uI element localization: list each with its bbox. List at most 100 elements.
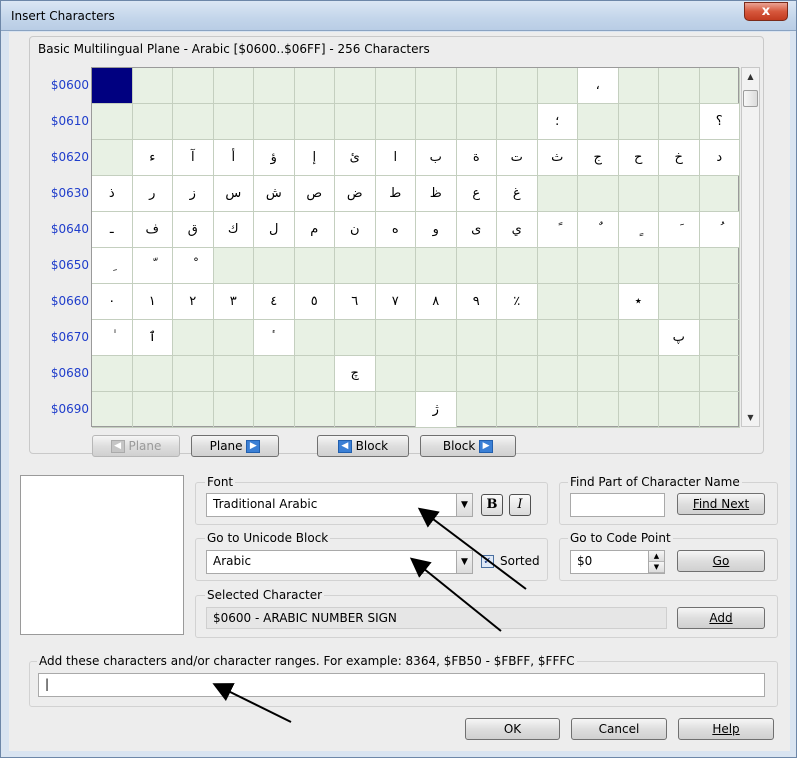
character-cell[interactable]: [335, 392, 376, 428]
character-cell[interactable]: ذ: [92, 176, 133, 212]
character-cell[interactable]: ج: [578, 140, 619, 176]
find-input[interactable]: [570, 493, 665, 517]
character-cell[interactable]: [497, 68, 538, 104]
character-cell[interactable]: [578, 176, 619, 212]
character-cell[interactable]: [659, 356, 700, 392]
character-cell[interactable]: [618, 320, 659, 356]
block-next-button[interactable]: Block ▶: [420, 435, 516, 457]
character-cell[interactable]: [213, 248, 254, 284]
character-cell[interactable]: [456, 248, 497, 284]
unicode-block-select[interactable]: Arabic ▼: [206, 550, 473, 574]
go-button[interactable]: Go: [677, 550, 765, 572]
character-cell[interactable]: [537, 356, 578, 392]
character-cell[interactable]: [173, 104, 214, 140]
character-cell[interactable]: ظ: [416, 176, 457, 212]
character-cell[interactable]: ؤ: [254, 140, 295, 176]
character-cell[interactable]: [578, 284, 619, 320]
font-select[interactable]: Traditional Arabic ▼: [206, 493, 473, 517]
character-cell[interactable]: ه: [375, 212, 416, 248]
character-cell[interactable]: [132, 356, 173, 392]
character-cell[interactable]: [173, 68, 214, 104]
character-cell[interactable]: [173, 320, 214, 356]
character-cell[interactable]: [92, 140, 133, 176]
character-cell[interactable]: ي: [497, 212, 538, 248]
character-cell[interactable]: أ: [213, 140, 254, 176]
character-cell[interactable]: ْ: [173, 248, 214, 284]
character-cell[interactable]: ٌ: [578, 212, 619, 248]
character-cell[interactable]: ٣: [213, 284, 254, 320]
character-cell[interactable]: [578, 356, 619, 392]
character-cell[interactable]: ً: [537, 212, 578, 248]
character-cell[interactable]: ٢: [173, 284, 214, 320]
character-cell[interactable]: ق: [173, 212, 214, 248]
character-cell[interactable]: م: [294, 212, 335, 248]
character-cell[interactable]: ٦: [335, 284, 376, 320]
ranges-input[interactable]: |: [38, 673, 765, 697]
character-cell[interactable]: [537, 248, 578, 284]
character-cell[interactable]: [659, 392, 700, 428]
character-cell[interactable]: [497, 320, 538, 356]
character-cell[interactable]: ٭: [618, 284, 659, 320]
character-cell[interactable]: [416, 356, 457, 392]
character-cell[interactable]: ٧: [375, 284, 416, 320]
character-cell[interactable]: [699, 284, 740, 320]
code-point-input[interactable]: $0 ▲ ▼: [570, 550, 665, 574]
character-cell[interactable]: ئ: [335, 140, 376, 176]
character-cell[interactable]: [335, 68, 376, 104]
character-cell[interactable]: [456, 104, 497, 140]
character-cell[interactable]: ٰ: [92, 320, 133, 356]
character-cell[interactable]: [294, 356, 335, 392]
grid-scrollbar[interactable]: ▲ ▼: [741, 67, 760, 427]
character-cell[interactable]: [699, 320, 740, 356]
sorted-checkbox[interactable]: ✓: [481, 555, 494, 568]
bold-button[interactable]: B: [481, 494, 503, 516]
character-cell[interactable]: [294, 68, 335, 104]
character-cell[interactable]: ث: [537, 140, 578, 176]
character-cell[interactable]: [699, 176, 740, 212]
spin-down-icon[interactable]: ▼: [649, 562, 664, 573]
character-cell[interactable]: [92, 392, 133, 428]
character-cell[interactable]: [416, 320, 457, 356]
character-cell[interactable]: [659, 284, 700, 320]
character-cell[interactable]: [537, 176, 578, 212]
character-cell[interactable]: [213, 392, 254, 428]
character-cell[interactable]: [456, 356, 497, 392]
character-cell[interactable]: [294, 320, 335, 356]
character-cell[interactable]: آ: [173, 140, 214, 176]
character-cell[interactable]: ٴ: [254, 320, 295, 356]
character-cell[interactable]: [537, 68, 578, 104]
character-cell[interactable]: [92, 356, 133, 392]
character-cell[interactable]: [537, 320, 578, 356]
character-cell[interactable]: ل: [254, 212, 295, 248]
character-cell[interactable]: پ: [659, 320, 700, 356]
character-cell[interactable]: ع: [456, 176, 497, 212]
chevron-down-icon[interactable]: ▼: [456, 551, 472, 573]
character-cell[interactable]: ص: [294, 176, 335, 212]
block-prev-button[interactable]: ◀ Block: [317, 435, 409, 457]
character-cell[interactable]: ح: [618, 140, 659, 176]
character-cell[interactable]: [699, 356, 740, 392]
character-cell[interactable]: [497, 104, 538, 140]
character-cell[interactable]: [375, 320, 416, 356]
spin-up-icon[interactable]: ▲: [649, 551, 664, 562]
character-cell[interactable]: ة: [456, 140, 497, 176]
character-cell[interactable]: [294, 248, 335, 284]
character-cell[interactable]: [659, 248, 700, 284]
character-cell[interactable]: إ: [294, 140, 335, 176]
character-cell[interactable]: [375, 68, 416, 104]
close-button[interactable]: x: [744, 2, 788, 21]
character-cell[interactable]: [254, 356, 295, 392]
character-cell[interactable]: [537, 392, 578, 428]
character-cell[interactable]: [92, 68, 133, 104]
character-cell[interactable]: [254, 104, 295, 140]
find-next-button[interactable]: Find Next: [677, 493, 765, 515]
character-cell[interactable]: [294, 392, 335, 428]
character-cell[interactable]: [618, 104, 659, 140]
character-cell[interactable]: ٠: [92, 284, 133, 320]
character-cell[interactable]: [537, 284, 578, 320]
character-cell[interactable]: [497, 392, 538, 428]
character-cell[interactable]: [659, 104, 700, 140]
add-button[interactable]: Add: [677, 607, 765, 629]
character-cell[interactable]: ٤: [254, 284, 295, 320]
character-cell[interactable]: [254, 68, 295, 104]
